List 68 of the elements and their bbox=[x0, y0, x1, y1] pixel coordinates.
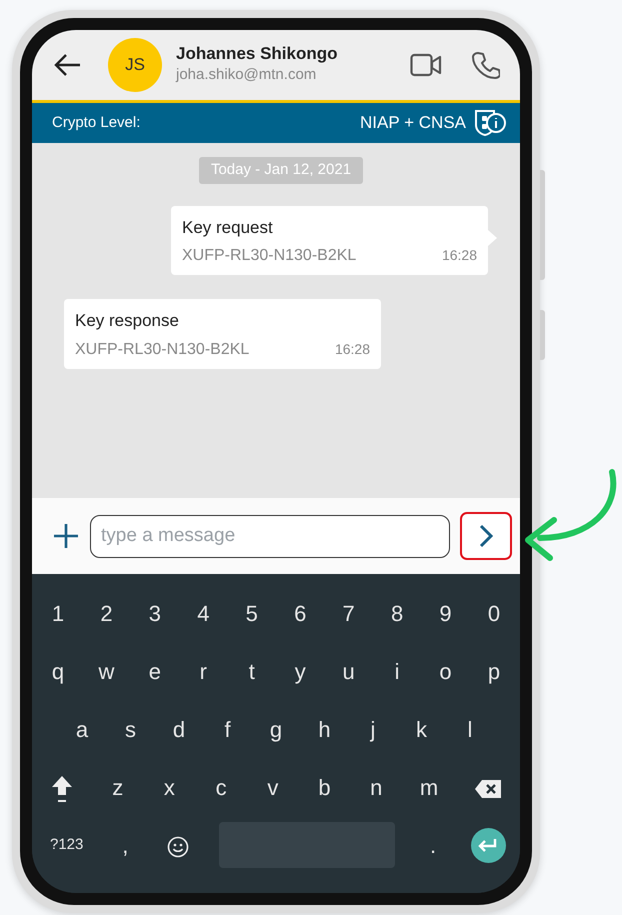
keyboard-key[interactable]: z bbox=[106, 770, 130, 804]
keyboard-key[interactable]: s bbox=[118, 712, 142, 746]
keyboard-key[interactable]: i bbox=[385, 654, 410, 688]
keyboard-key[interactable]: 8 bbox=[385, 596, 410, 630]
keyboard-key[interactable]: l bbox=[458, 712, 482, 746]
key-code: XUFP-RL30-N130-B2KL bbox=[182, 246, 356, 266]
crypto-level-value: NIAP + CNSA bbox=[360, 112, 466, 134]
keyboard-key[interactable]: . bbox=[421, 828, 446, 862]
keyboard-key[interactable]: a bbox=[70, 712, 94, 746]
back-arrow-icon bbox=[54, 52, 82, 77]
keyboard-key[interactable]: u bbox=[336, 654, 361, 688]
keyboard-key[interactable]: w bbox=[94, 654, 118, 688]
keyboard-key[interactable]: m bbox=[416, 770, 442, 804]
keyboard-key[interactable]: v bbox=[260, 770, 285, 804]
message-time: 16:28 bbox=[442, 246, 477, 265]
phone-icon bbox=[472, 51, 500, 79]
keyboard-key[interactable]: d bbox=[167, 712, 191, 746]
keyboard-key[interactable]: k bbox=[410, 712, 434, 746]
keyboard-key[interactable]: 1 bbox=[46, 596, 70, 630]
chevron-right-icon bbox=[478, 523, 494, 549]
keyboard-key[interactable]: o bbox=[434, 654, 458, 688]
keyboard-key[interactable]: r bbox=[191, 654, 216, 688]
keyboard-key[interactable]: j bbox=[361, 712, 385, 746]
contact-email: joha.shiko@mtn.com bbox=[176, 64, 318, 85]
keyboard-key[interactable]: 2 bbox=[94, 596, 118, 630]
message-title: Key request bbox=[182, 216, 274, 238]
message-title: Key response bbox=[75, 310, 180, 332]
keyboard-key[interactable]: c bbox=[209, 770, 234, 804]
keyboard-key[interactable]: 4 bbox=[191, 596, 216, 630]
keyboard-key[interactable]: 5 bbox=[240, 596, 264, 630]
enter-key[interactable] bbox=[470, 828, 506, 862]
keyboard-key[interactable]: 0 bbox=[482, 596, 506, 630]
keyboard-key[interactable]: n bbox=[364, 770, 388, 804]
keyboard-key[interactable]: y bbox=[288, 654, 312, 688]
date-chip: Today - Jan 12, 2021 bbox=[198, 157, 364, 184]
video-call-button[interactable] bbox=[410, 52, 442, 78]
video-camera-icon bbox=[410, 52, 442, 77]
keyboard-key[interactable]: b bbox=[312, 770, 337, 804]
keyboard-key[interactable]: x bbox=[157, 770, 182, 804]
keyboard-key[interactable]: e bbox=[142, 654, 167, 688]
back-button[interactable] bbox=[54, 52, 82, 78]
smiley-icon bbox=[167, 836, 190, 858]
phone-call-button[interactable] bbox=[472, 51, 500, 79]
plus-icon bbox=[52, 522, 80, 550]
message-input[interactable]: type a message bbox=[90, 514, 450, 558]
keyboard-key[interactable]: ?123 bbox=[46, 834, 88, 856]
keyboard-key[interactable]: 6 bbox=[288, 596, 312, 630]
avatar: JS bbox=[108, 38, 162, 92]
keyboard-key[interactable]: 9 bbox=[434, 596, 458, 630]
keyboard-key[interactable]: , bbox=[113, 828, 138, 862]
keyboard-key[interactable]: p bbox=[482, 654, 506, 688]
keyboard-key[interactable]: t bbox=[240, 654, 264, 688]
keyboard-key[interactable]: h bbox=[312, 712, 336, 746]
keyboard-key[interactable]: 7 bbox=[336, 596, 361, 630]
send-button[interactable] bbox=[460, 512, 512, 560]
keyboard-key[interactable]: g bbox=[264, 712, 288, 746]
backspace-icon bbox=[474, 778, 502, 799]
keyboard-key[interactable]: f bbox=[216, 712, 240, 746]
keyboard-key[interactable]: 3 bbox=[142, 596, 167, 630]
keyboard-key[interactable]: q bbox=[46, 654, 70, 688]
crypto-level-label: Crypto Level: bbox=[52, 112, 140, 133]
shift-arrow-icon bbox=[50, 774, 74, 804]
message-time: 16:28 bbox=[334, 340, 370, 358]
shield-info-icon bbox=[474, 109, 508, 137]
return-icon bbox=[478, 838, 498, 852]
contact-name: Johannes Shikongo bbox=[176, 44, 339, 64]
add-button[interactable] bbox=[52, 522, 80, 550]
key-code: XUFP-RL30-N130-B2KL bbox=[75, 340, 250, 360]
